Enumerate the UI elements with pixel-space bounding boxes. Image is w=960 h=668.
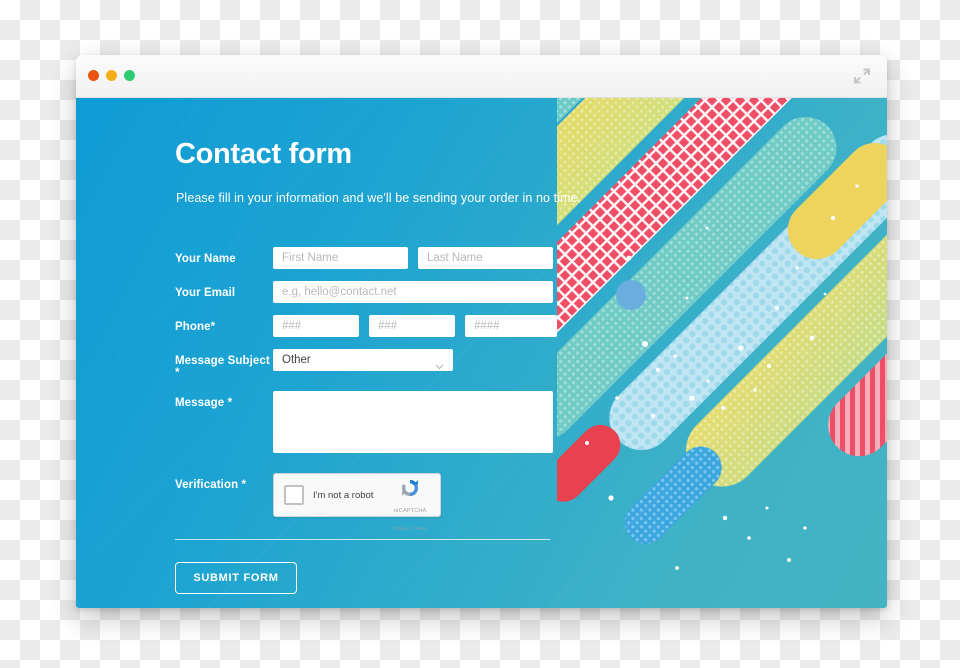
form-row-your-name: Your Name bbox=[175, 247, 887, 269]
email-input[interactable] bbox=[273, 281, 553, 303]
label-your-name: Your Name bbox=[175, 253, 236, 265]
form-row-verification: Verification * I'm not a robot reCAPTCHA… bbox=[175, 473, 887, 531]
recaptcha-label: I'm not a robot bbox=[313, 489, 374, 501]
phone-area-input[interactable] bbox=[273, 315, 359, 337]
page-content: Contact form Please fill in your informa… bbox=[76, 98, 887, 594]
traffic-lights bbox=[88, 70, 135, 81]
form-row-your-email: Your Email bbox=[175, 281, 887, 303]
form-divider bbox=[175, 539, 550, 540]
label-message-subject: Message Subject * bbox=[175, 355, 270, 379]
recaptcha-logo-icon bbox=[401, 479, 419, 497]
recaptcha-checkbox[interactable] bbox=[284, 485, 304, 505]
form-row-message: Message * bbox=[175, 391, 887, 453]
window-titlebar bbox=[76, 55, 887, 98]
browser-window: Contact form Please fill in your informa… bbox=[76, 55, 887, 608]
page-title: Contact form bbox=[175, 138, 352, 170]
page-canvas: Contact form Please fill in your informa… bbox=[76, 98, 887, 608]
label-message: Message * bbox=[175, 397, 233, 409]
minimize-button[interactable] bbox=[106, 70, 117, 81]
recaptcha-branding: reCAPTCHA Privacy - Terms bbox=[386, 477, 434, 535]
recaptcha-terms[interactable]: Privacy - Terms bbox=[394, 526, 426, 531]
expand-arrows-icon[interactable] bbox=[853, 67, 871, 85]
label-phone: Phone* bbox=[175, 321, 216, 333]
contact-form: Your Name Your Email Phone* bbox=[175, 247, 887, 594]
first-name-input[interactable] bbox=[273, 247, 408, 269]
label-your-email: Your Email bbox=[175, 287, 236, 299]
recaptcha-brand-name: reCAPTCHA bbox=[393, 508, 427, 514]
submit-form-button[interactable]: SUBMIT FORM bbox=[175, 562, 297, 594]
label-verification: Verification * bbox=[175, 479, 247, 491]
phone-prefix-input[interactable] bbox=[369, 315, 455, 337]
form-row-message-subject: Message Subject * Other bbox=[175, 349, 887, 379]
close-button[interactable] bbox=[88, 70, 99, 81]
message-subject-select[interactable]: Other bbox=[273, 349, 453, 371]
phone-line-input[interactable] bbox=[465, 315, 557, 337]
page-subtitle: Please fill in your information and we'l… bbox=[176, 191, 582, 205]
message-textarea[interactable] bbox=[273, 391, 553, 453]
form-row-phone: Phone* bbox=[175, 315, 887, 337]
recaptcha-widget[interactable]: I'm not a robot reCAPTCHA Privacy - Term… bbox=[273, 473, 441, 531]
last-name-input[interactable] bbox=[418, 247, 553, 269]
zoom-button[interactable] bbox=[124, 70, 135, 81]
